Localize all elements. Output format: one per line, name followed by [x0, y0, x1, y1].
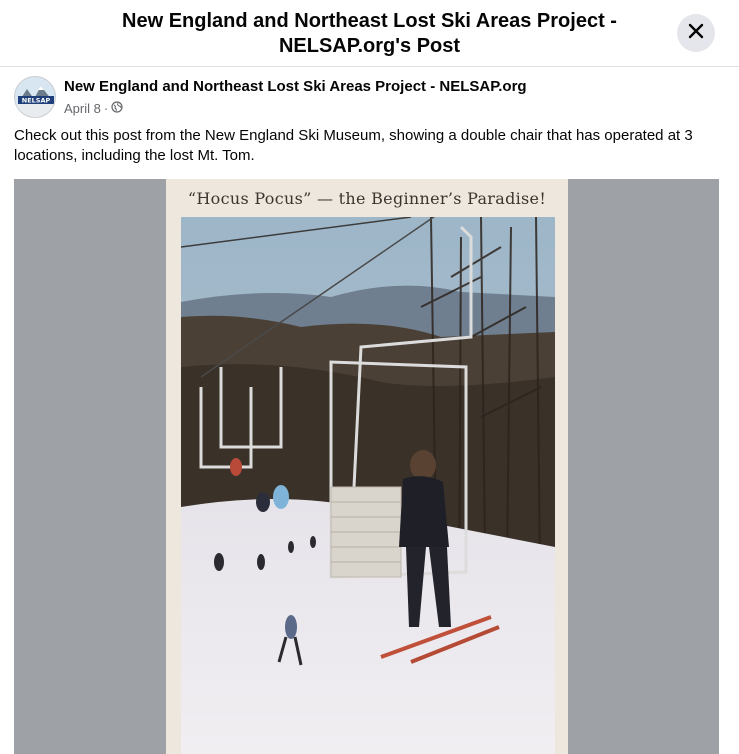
globe-icon: [111, 101, 123, 116]
post-date[interactable]: April 8: [64, 101, 101, 116]
post-text: Check out this post from the New England…: [14, 127, 693, 164]
dialog-title: New England and Northeast Lost Ski Areas…: [122, 10, 617, 57]
meta-separator: ·: [103, 101, 109, 116]
post-header: NELSAP New England and Northeast Lost Sk…: [14, 76, 714, 120]
avatar-logo-text: NELSAP: [22, 97, 51, 105]
post-meta: April 8 ·: [64, 101, 123, 116]
dialog-header: New England and Northeast Lost Ski Areas…: [0, 0, 739, 67]
post-image[interactable]: “Hocus Pocus” — the Beginner’s Paradise!: [14, 179, 719, 754]
postcard-image: “Hocus Pocus” — the Beginner’s Paradise!: [166, 179, 568, 754]
page-name-link[interactable]: New England and Northeast Lost Ski Areas…: [64, 78, 527, 95]
close-button[interactable]: [677, 14, 715, 52]
ski-lift-photo: [181, 217, 555, 754]
close-icon: [688, 23, 704, 44]
avatar[interactable]: NELSAP: [14, 76, 56, 118]
postcard-caption: “Hocus Pocus” — the Beginner’s Paradise!: [187, 189, 547, 208]
